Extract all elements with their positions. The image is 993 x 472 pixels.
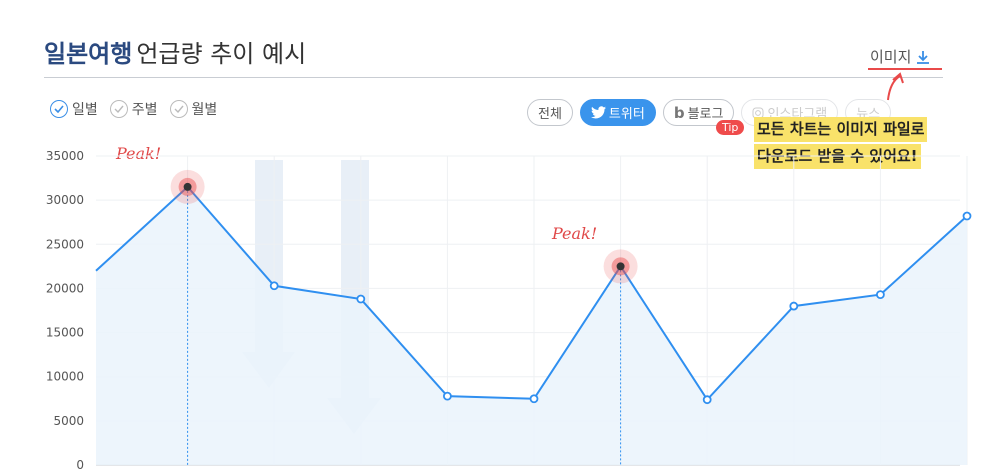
data-point: [876, 290, 885, 300]
y-tick-label: 20000: [46, 281, 84, 295]
data-point: [356, 294, 366, 304]
area-fill: [96, 186, 967, 465]
y-tick-label: 10000: [46, 370, 84, 384]
y-tick-label: 25000: [46, 237, 84, 251]
data-point-peak: [616, 262, 625, 271]
data-point: [529, 394, 539, 404]
y-tick-label: 15000: [46, 326, 84, 340]
data-point: [442, 391, 452, 401]
y-tick-label: 0: [76, 458, 84, 472]
y-tick-label: 30000: [46, 193, 84, 207]
y-tick-label: 35000: [46, 149, 84, 163]
data-point: [962, 211, 972, 221]
mentions-chart: 35000 30000 25000 20000 15000 10000 5000 0: [46, 72, 972, 472]
y-tick-label: 5000: [53, 414, 84, 428]
data-point-peak: [183, 182, 192, 191]
data-point: [789, 301, 799, 311]
data-point: [269, 281, 279, 291]
data-point: [702, 395, 712, 405]
